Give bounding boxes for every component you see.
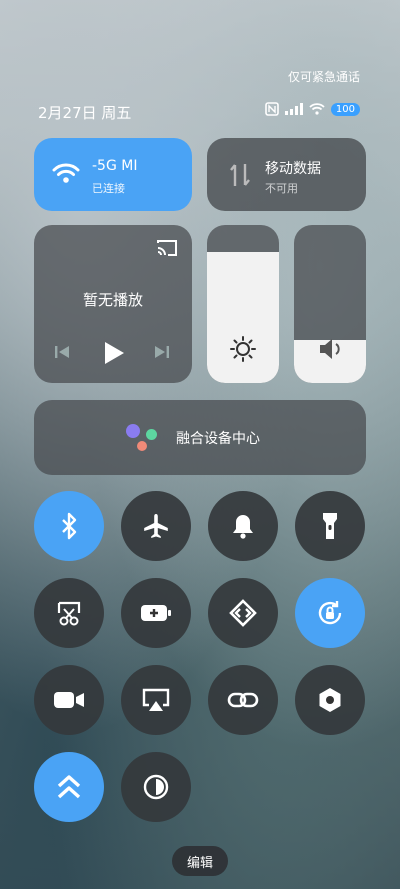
bluetooth-toggle[interactable] [34,491,104,561]
airplane-mode-toggle[interactable] [121,491,191,561]
airplane-icon [144,514,168,538]
status-icons: 100 [265,102,360,116]
fusion-label: 融合设备中心 [176,431,260,447]
screenshot-toggle[interactable] [34,578,104,648]
rotation-lock-icon [318,601,342,625]
dark-mode-icon [143,774,169,800]
mobile-data-title: 移动数据 [265,161,321,177]
screen-cast-toggle[interactable] [121,665,191,735]
wifi-status-icon [309,103,325,115]
play-icon[interactable] [103,341,125,365]
edit-button[interactable]: 编辑 [172,846,228,876]
bell-icon [233,515,253,539]
volume-slider[interactable] [294,225,366,383]
rotation-lock-toggle[interactable] [295,578,365,648]
battery-saver-toggle[interactable] [121,578,191,648]
media-title: 暂无播放 [82,291,143,309]
flashlight-toggle[interactable] [295,491,365,561]
speaker-icon [320,339,340,359]
wifi-name: -5G MI [92,158,138,174]
settings-hex-icon [319,688,341,712]
link-share-icon [229,599,257,627]
battery-badge: 100 [330,102,360,116]
fusion-logo-icon [126,424,160,452]
brightness-fill [207,251,279,383]
ring-mode-toggle[interactable] [208,491,278,561]
battery-saver-icon [141,605,171,621]
video-icon [54,692,84,708]
date-label: 2月27日 周五 [38,104,132,122]
screenshot-icon [57,601,81,626]
data-arrows-icon [230,164,250,186]
double-chevron-up-icon [57,775,81,799]
link-share-toggle[interactable] [208,578,278,648]
mobile-data-status: 不可用 [265,182,298,195]
wifi-tile[interactable]: -5G MI 已连接 [34,138,192,211]
cast-icon[interactable] [156,239,178,257]
screen-cast-icon [142,688,170,711]
settings-toggle[interactable] [295,665,365,735]
connect-toggle[interactable] [208,665,278,735]
media-player-tile: 暂无播放 [34,225,192,383]
floating-window-toggle[interactable] [34,752,104,822]
wifi-icon [52,163,80,183]
mobile-data-tile[interactable]: 移动数据 不可用 [207,138,366,211]
fusion-device-center[interactable]: 融合设备中心 [34,400,366,475]
previous-track-icon[interactable] [54,344,70,360]
emergency-call-note: 仅可紧急通话 [287,70,360,84]
chain-link-icon [227,692,259,708]
dark-mode-toggle[interactable] [121,752,191,822]
signal-icon [284,103,303,115]
sun-icon [230,336,256,362]
bluetooth-icon [62,512,77,540]
next-track-icon[interactable] [154,344,170,360]
wifi-status: 已连接 [92,182,125,195]
screen-record-toggle[interactable] [34,665,104,735]
brightness-slider[interactable] [207,225,279,383]
nfc-icon [265,102,279,116]
flashlight-icon [323,513,337,539]
